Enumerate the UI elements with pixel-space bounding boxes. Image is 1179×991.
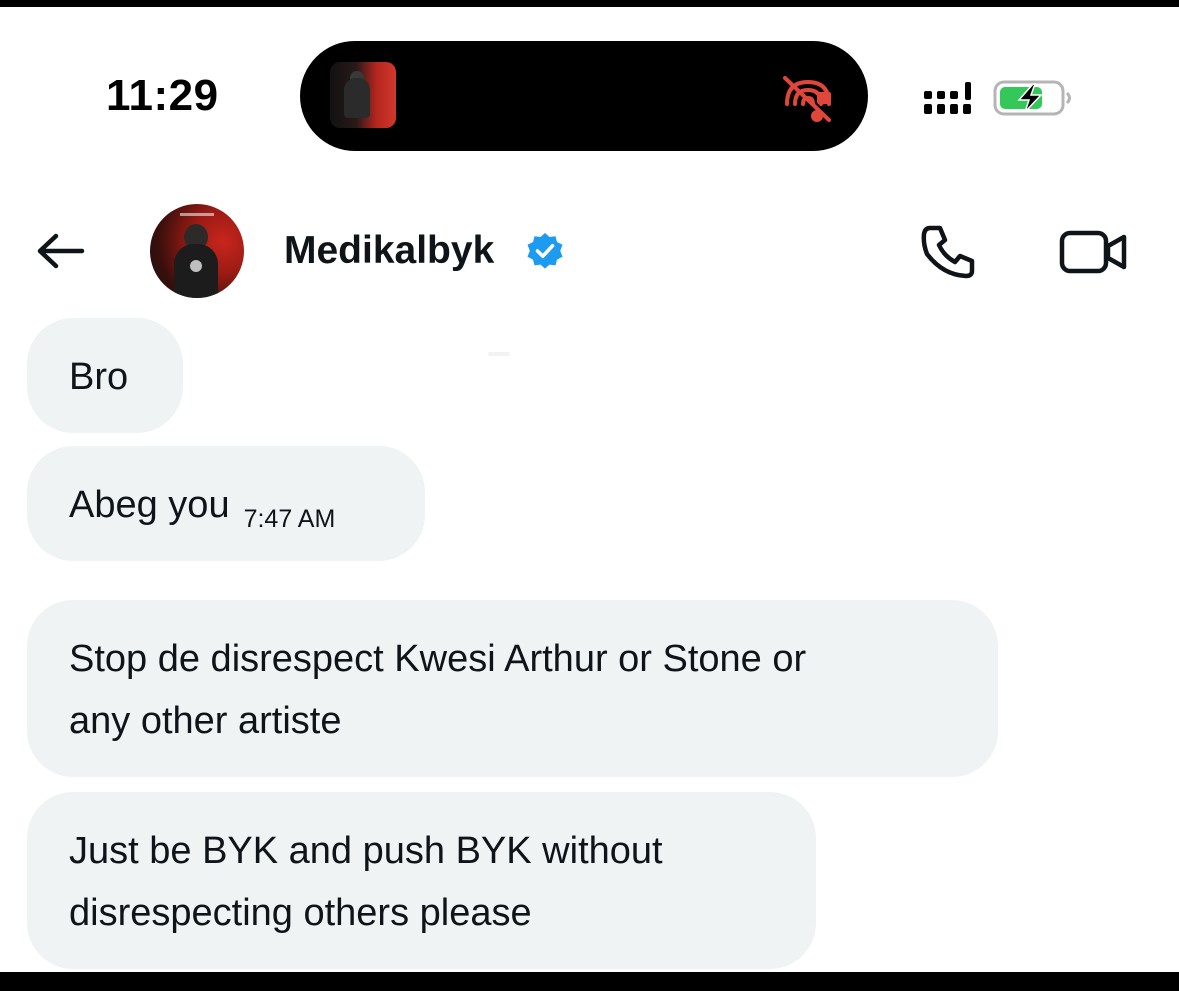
battery-icon [993,80,1071,116]
video-camera-icon [1059,230,1127,274]
call-button[interactable] [916,220,982,282]
back-button[interactable] [30,226,90,276]
verified-badge-icon [527,233,563,269]
contact-name[interactable]: Medikalbyk [284,226,494,276]
message-line: any other artiste [69,700,342,742]
message-bubble[interactable]: Stop de disrespect Kwesi Arthur or Stone… [27,600,998,777]
avatar[interactable] [150,204,244,298]
video-call-button[interactable] [1056,222,1132,282]
message-text: Abeg you [69,484,230,526]
top-edge [0,0,1179,7]
message-text: Bro [69,356,129,398]
message-line: Just be BYK and push BYK without [69,830,663,872]
message-timestamp: 7:47 AM [243,505,336,533]
message-bubble[interactable]: Just be BYK and push BYK without disresp… [27,792,816,969]
message-bubble[interactable]: Abeg you 7:47 AM [27,446,425,561]
signal-icon [924,82,971,114]
mute-icon [783,76,831,122]
phone-icon [921,225,975,279]
back-arrow-icon [37,233,85,269]
message-bubble[interactable]: Bro [27,318,183,433]
message-line: disrespecting others please [69,892,532,934]
artifact-mark [488,352,510,356]
album-art-icon[interactable] [330,62,396,128]
bottom-edge [0,972,1179,991]
message-line: Stop de disrespect Kwesi Arthur or Stone… [69,638,807,680]
status-time: 11:29 [106,71,219,120]
